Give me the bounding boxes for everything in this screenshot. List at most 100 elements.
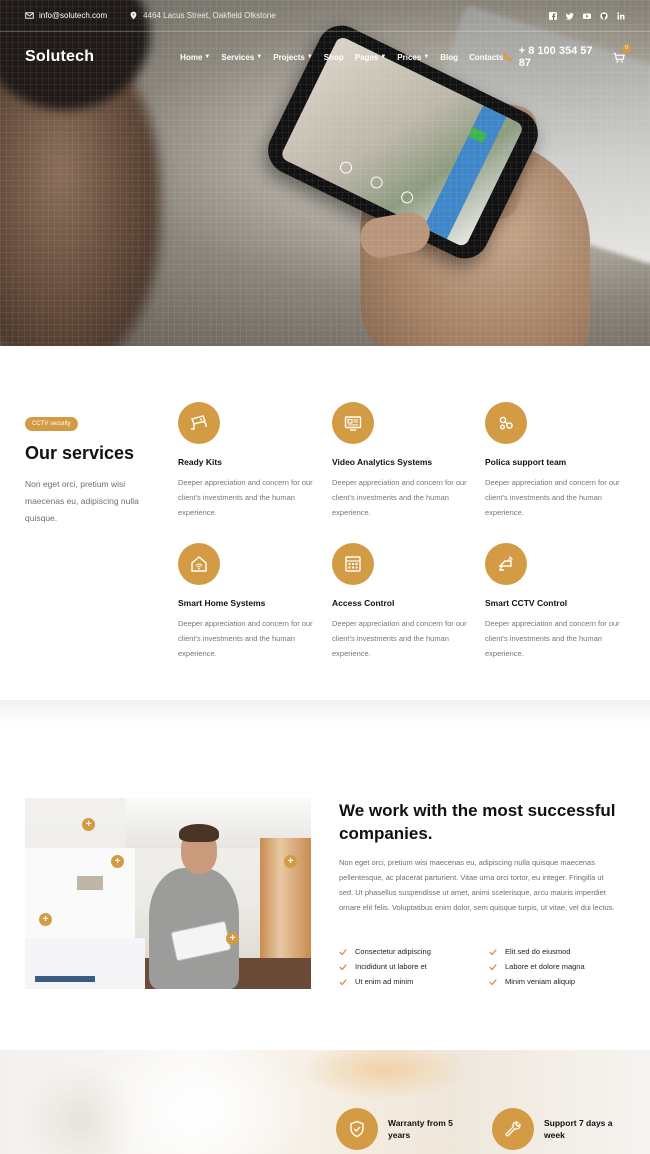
access-control-icon [345, 556, 361, 572]
hotspot-plus-icon[interactable]: + [82, 818, 95, 831]
service-title: Access Control [332, 598, 395, 608]
service-icon-badge [178, 543, 220, 585]
about-checklist: Consectetur adipiscing Elit sed do eiusm… [339, 947, 629, 986]
feature-label: Warranty from 5 years [388, 1118, 453, 1140]
chevron-down-icon: ▼ [256, 54, 263, 60]
service-card-smart-cctv[interactable]: Smart CCTV Control Deeper appreciation a… [485, 543, 625, 661]
services-title: Our services [25, 443, 135, 463]
service-icon-badge [178, 402, 220, 444]
hotspot-plus-icon[interactable]: + [111, 855, 124, 868]
feature-icon-badge [336, 1108, 378, 1150]
service-title: Video Analytics Systems [332, 457, 433, 467]
nav-item-label: Projects [273, 52, 305, 62]
about-text: Non eget orci, pretium wisi maecenas eu,… [339, 858, 615, 912]
hotspot-plus-icon[interactable]: + [284, 855, 297, 868]
service-icon-badge [485, 402, 527, 444]
check-icon [339, 963, 347, 970]
nav-item-label: Home [180, 52, 203, 62]
checklist-item-label: Consectetur adipiscing [355, 947, 431, 956]
service-text: Deeper appreciation and concern for our … [332, 478, 467, 517]
checklist-item-label: Incididunt ut labore et [355, 962, 427, 971]
topbar-email-text: info@solutech.com [39, 11, 108, 20]
services-tag: CCTV security [25, 417, 78, 431]
topbar-address-text: 4464 Lacus Street, Oakfield Olkstone [143, 11, 276, 20]
facebook-icon[interactable] [549, 11, 557, 20]
service-card-ready-kits[interactable]: Ready Kits Deeper appreciation and conce… [178, 402, 318, 520]
service-text: Deeper appreciation and concern for our … [178, 478, 313, 517]
top-bar: info@solutech.com 4464 Lacus Street, Oak… [0, 0, 650, 32]
photo-man-hair [179, 824, 219, 842]
service-card-video-analytics[interactable]: Video Analytics Systems Deeper appreciat… [332, 402, 472, 520]
checklist-item-label: Minim veniam aliquip [505, 977, 576, 986]
nav-item-contacts[interactable]: Contacts [469, 53, 503, 62]
nav-item-label: Prices [397, 52, 422, 62]
nav-item-services[interactable]: Services ▼ [221, 53, 262, 62]
hero-banner: info@solutech.com 4464 Lacus Street, Oak… [0, 0, 650, 346]
twitter-icon[interactable] [565, 12, 574, 20]
nav-item-label: Shop [323, 52, 344, 62]
check-icon [489, 963, 497, 970]
about-photo: + + + + + [25, 798, 311, 989]
feature-support: Support 7 days a week [492, 1108, 624, 1150]
main-menu: Home ▼ Services ▼ Projects ▼ Shop Pages ▼ Pr… [180, 53, 503, 62]
chevron-down-icon: ▼ [380, 54, 387, 60]
header-phone[interactable]: + 8 100 354 57 87 [503, 45, 603, 69]
checklist-item: Incididunt ut labore et [339, 962, 489, 971]
service-text: Deeper appreciation and concern for our … [485, 619, 620, 658]
about-title: We work with the most successful compani… [339, 801, 616, 843]
nav-item-blog[interactable]: Blog [440, 53, 458, 62]
service-icon-badge [332, 543, 374, 585]
social-links [549, 11, 625, 20]
nav-item-prices[interactable]: Prices ▼ [397, 53, 429, 62]
nav-item-shop[interactable]: Shop [324, 53, 344, 62]
nav-item-home[interactable]: Home ▼ [180, 53, 210, 62]
band-background-blur [300, 1050, 470, 1100]
section-divider-shadow [0, 700, 650, 724]
cart-icon [613, 52, 626, 63]
header-phone-number: + 8 100 354 57 87 [518, 45, 593, 69]
checklist-item-label: Ut enim ad minim [355, 977, 414, 986]
mail-icon [25, 12, 34, 19]
nav-item-pages[interactable]: Pages ▼ [355, 53, 387, 62]
service-card-police-support[interactable]: Polica support team Deeper appreciation … [485, 402, 625, 520]
band-background-blur [90, 1050, 310, 1154]
check-icon [489, 948, 497, 955]
check-icon [339, 978, 347, 985]
linkedin-icon[interactable] [617, 11, 625, 20]
service-text: Deeper appreciation and concern for our … [178, 619, 313, 658]
topbar-address: 4464 Lacus Street, Oakfield Olkstone [129, 11, 276, 20]
service-text: Deeper appreciation and concern for our … [485, 478, 620, 517]
cctv-camera-icon [191, 415, 207, 430]
service-card-smart-home[interactable]: Smart Home Systems Deeper appreciation a… [178, 543, 318, 661]
topbar-email[interactable]: info@solutech.com [25, 11, 107, 20]
service-text: Deeper appreciation and concern for our … [332, 619, 467, 658]
feature-icon-badge [492, 1108, 534, 1150]
map-pin-icon [130, 11, 137, 20]
wrench-icon [505, 1121, 521, 1137]
checklist-item: Ut enim ad minim [339, 977, 489, 986]
hotspot-plus-icon[interactable]: + [226, 932, 239, 945]
nav-item-label: Contacts [469, 52, 504, 62]
youtube-icon[interactable] [583, 12, 591, 20]
cart-button[interactable]: 0 [613, 44, 631, 63]
nav-item-label: Pages [354, 52, 379, 62]
nav-item-label: Services [221, 52, 255, 62]
checklist-item-label: Labore et dolore magna [505, 962, 585, 971]
site-logo[interactable]: Solutech [25, 48, 94, 66]
nav-item-projects[interactable]: Projects ▼ [273, 53, 313, 62]
feature-warranty: Warranty from 5 years [336, 1108, 468, 1150]
photo-shelf [77, 876, 103, 890]
shield-check-icon [350, 1120, 364, 1138]
feature-label: Support 7 days a week [544, 1118, 613, 1140]
photo-sofa-stripe [35, 976, 95, 982]
check-icon [339, 948, 347, 955]
video-analytics-icon [344, 416, 362, 431]
service-icon-badge [485, 543, 527, 585]
service-title: Smart CCTV Control [485, 598, 568, 608]
service-card-access-control[interactable]: Access Control Deeper appreciation and c… [332, 543, 472, 661]
smart-home-icon [191, 556, 207, 572]
services-description: Non eget orci, pretium wisi maecenas eu,… [25, 479, 139, 523]
github-icon[interactable] [600, 11, 608, 20]
hotspot-plus-icon[interactable]: + [39, 913, 52, 926]
phone-icon [503, 52, 513, 62]
